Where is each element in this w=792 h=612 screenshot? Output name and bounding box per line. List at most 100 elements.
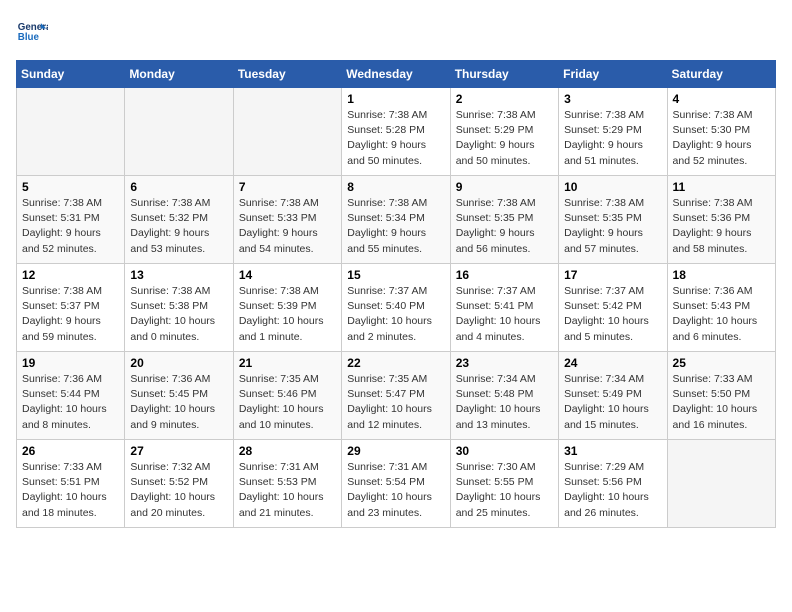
calendar-week-row: 12Sunrise: 7:38 AM Sunset: 5:37 PM Dayli… <box>17 264 776 352</box>
day-info: Sunrise: 7:35 AM Sunset: 5:46 PM Dayligh… <box>239 372 336 433</box>
day-number: 15 <box>347 268 444 282</box>
day-number: 13 <box>130 268 227 282</box>
calendar-cell: 9Sunrise: 7:38 AM Sunset: 5:35 PM Daylig… <box>450 176 558 264</box>
calendar-cell: 4Sunrise: 7:38 AM Sunset: 5:30 PM Daylig… <box>667 88 775 176</box>
calendar-cell: 28 Sunrise: 7:31 AM Sunset: 5:53 PM Dayli… <box>233 440 341 528</box>
calendar-cell <box>233 88 341 176</box>
day-number: 21 <box>239 356 336 370</box>
column-header-monday: Monday <box>125 61 233 88</box>
day-info: Sunrise: 7:38 AM Sunset: 5:29 PM Dayligh… <box>456 108 553 169</box>
day-info: Sunrise: 7:38 AM Sunset: 5:38 PM Dayligh… <box>130 284 227 345</box>
calendar-cell: 10 Sunrise: 7:38 AM Sunset: 5:35 PM Dayli… <box>559 176 667 264</box>
column-header-friday: Friday <box>559 61 667 88</box>
day-info: Sunrise: 7:38 AM Sunset: 5:31 PM Dayligh… <box>22 196 119 257</box>
calendar-cell: 22 Sunrise: 7:35 AM Sunset: 5:47 PM Dayli… <box>342 352 450 440</box>
day-number: 29 <box>347 444 444 458</box>
day-info: Sunrise: 7:32 AM Sunset: 5:52 PM Dayligh… <box>130 460 227 521</box>
calendar-cell: 12Sunrise: 7:38 AM Sunset: 5:37 PM Dayli… <box>17 264 125 352</box>
day-info: Sunrise: 7:34 AM Sunset: 5:49 PM Dayligh… <box>564 372 661 433</box>
calendar-cell: 7Sunrise: 7:38 AM Sunset: 5:33 PM Daylig… <box>233 176 341 264</box>
day-info: Sunrise: 7:36 AM Sunset: 5:45 PM Dayligh… <box>130 372 227 433</box>
day-number: 1 <box>347 92 444 106</box>
day-number: 3 <box>564 92 661 106</box>
day-number: 20 <box>130 356 227 370</box>
calendar-cell: 25 Sunrise: 7:33 AM Sunset: 5:50 PM Dayli… <box>667 352 775 440</box>
day-info: Sunrise: 7:37 AM Sunset: 5:42 PM Dayligh… <box>564 284 661 345</box>
day-info: Sunrise: 7:33 AM Sunset: 5:50 PM Dayligh… <box>673 372 770 433</box>
calendar-cell <box>667 440 775 528</box>
day-info: Sunrise: 7:38 AM Sunset: 5:35 PM Dayligh… <box>456 196 553 257</box>
day-number: 17 <box>564 268 661 282</box>
calendar-cell: 13 Sunrise: 7:38 AM Sunset: 5:38 PM Dayli… <box>125 264 233 352</box>
calendar-week-row: 26 Sunrise: 7:33 AM Sunset: 5:51 PM Dayli… <box>17 440 776 528</box>
calendar-cell: 29 Sunrise: 7:31 AM Sunset: 5:54 PM Dayli… <box>342 440 450 528</box>
day-info: Sunrise: 7:29 AM Sunset: 5:56 PM Dayligh… <box>564 460 661 521</box>
day-number: 22 <box>347 356 444 370</box>
calendar-cell: 5 Sunrise: 7:38 AM Sunset: 5:31 PM Daylig… <box>17 176 125 264</box>
day-number: 2 <box>456 92 553 106</box>
calendar-cell: 20 Sunrise: 7:36 AM Sunset: 5:45 PM Dayli… <box>125 352 233 440</box>
calendar-cell: 11 Sunrise: 7:38 AM Sunset: 5:36 PM Dayli… <box>667 176 775 264</box>
day-number: 14 <box>239 268 336 282</box>
calendar-cell: 31 Sunrise: 7:29 AM Sunset: 5:56 PM Dayli… <box>559 440 667 528</box>
calendar-cell: 2 Sunrise: 7:38 AM Sunset: 5:29 PM Daylig… <box>450 88 558 176</box>
calendar-cell <box>125 88 233 176</box>
day-info: Sunrise: 7:38 AM Sunset: 5:33 PM Dayligh… <box>239 196 336 257</box>
day-number: 8 <box>347 180 444 194</box>
calendar-cell: 18Sunrise: 7:36 AM Sunset: 5:43 PM Dayli… <box>667 264 775 352</box>
day-number: 27 <box>130 444 227 458</box>
calendar-cell: 26 Sunrise: 7:33 AM Sunset: 5:51 PM Dayli… <box>17 440 125 528</box>
calendar-week-row: 1 Sunrise: 7:38 AM Sunset: 5:28 PM Daylig… <box>17 88 776 176</box>
logo-icon: General Blue <box>16 16 48 48</box>
calendar-cell: 23Sunrise: 7:34 AM Sunset: 5:48 PM Dayli… <box>450 352 558 440</box>
day-number: 31 <box>564 444 661 458</box>
calendar-table: SundayMondayTuesdayWednesdayThursdayFrid… <box>16 60 776 528</box>
day-info: Sunrise: 7:37 AM Sunset: 5:40 PM Dayligh… <box>347 284 444 345</box>
day-info: Sunrise: 7:30 AM Sunset: 5:55 PM Dayligh… <box>456 460 553 521</box>
calendar-cell <box>17 88 125 176</box>
day-number: 5 <box>22 180 119 194</box>
day-number: 24 <box>564 356 661 370</box>
day-info: Sunrise: 7:35 AM Sunset: 5:47 PM Dayligh… <box>347 372 444 433</box>
calendar-cell: 19 Sunrise: 7:36 AM Sunset: 5:44 PM Dayli… <box>17 352 125 440</box>
day-number: 26 <box>22 444 119 458</box>
calendar-cell: 21 Sunrise: 7:35 AM Sunset: 5:46 PM Dayli… <box>233 352 341 440</box>
day-info: Sunrise: 7:38 AM Sunset: 5:34 PM Dayligh… <box>347 196 444 257</box>
calendar-cell: 6 Sunrise: 7:38 AM Sunset: 5:32 PM Daylig… <box>125 176 233 264</box>
logo: General Blue <box>16 16 48 48</box>
column-header-tuesday: Tuesday <box>233 61 341 88</box>
day-number: 4 <box>673 92 770 106</box>
day-info: Sunrise: 7:31 AM Sunset: 5:53 PM Dayligh… <box>239 460 336 521</box>
day-number: 19 <box>22 356 119 370</box>
day-number: 12 <box>22 268 119 282</box>
calendar-cell: 15 Sunrise: 7:37 AM Sunset: 5:40 PM Dayli… <box>342 264 450 352</box>
calendar-week-row: 5 Sunrise: 7:38 AM Sunset: 5:31 PM Daylig… <box>17 176 776 264</box>
calendar-cell: 16 Sunrise: 7:37 AM Sunset: 5:41 PM Dayli… <box>450 264 558 352</box>
day-number: 28 <box>239 444 336 458</box>
day-info: Sunrise: 7:36 AM Sunset: 5:44 PM Dayligh… <box>22 372 119 433</box>
day-info: Sunrise: 7:38 AM Sunset: 5:36 PM Dayligh… <box>673 196 770 257</box>
column-header-wednesday: Wednesday <box>342 61 450 88</box>
column-header-saturday: Saturday <box>667 61 775 88</box>
day-info: Sunrise: 7:38 AM Sunset: 5:32 PM Dayligh… <box>130 196 227 257</box>
calendar-header-row: SundayMondayTuesdayWednesdayThursdayFrid… <box>17 61 776 88</box>
calendar-cell: 1 Sunrise: 7:38 AM Sunset: 5:28 PM Daylig… <box>342 88 450 176</box>
svg-text:Blue: Blue <box>18 32 40 43</box>
day-number: 6 <box>130 180 227 194</box>
day-number: 11 <box>673 180 770 194</box>
day-number: 10 <box>564 180 661 194</box>
day-info: Sunrise: 7:38 AM Sunset: 5:29 PM Dayligh… <box>564 108 661 169</box>
day-info: Sunrise: 7:34 AM Sunset: 5:48 PM Dayligh… <box>456 372 553 433</box>
calendar-cell: 14Sunrise: 7:38 AM Sunset: 5:39 PM Dayli… <box>233 264 341 352</box>
day-info: Sunrise: 7:37 AM Sunset: 5:41 PM Dayligh… <box>456 284 553 345</box>
day-info: Sunrise: 7:38 AM Sunset: 5:35 PM Dayligh… <box>564 196 661 257</box>
calendar-cell: 17 Sunrise: 7:37 AM Sunset: 5:42 PM Dayli… <box>559 264 667 352</box>
day-info: Sunrise: 7:33 AM Sunset: 5:51 PM Dayligh… <box>22 460 119 521</box>
day-number: 16 <box>456 268 553 282</box>
calendar-cell: 24 Sunrise: 7:34 AM Sunset: 5:49 PM Dayli… <box>559 352 667 440</box>
page-header: General Blue <box>16 16 776 48</box>
day-number: 18 <box>673 268 770 282</box>
day-info: Sunrise: 7:31 AM Sunset: 5:54 PM Dayligh… <box>347 460 444 521</box>
day-info: Sunrise: 7:38 AM Sunset: 5:28 PM Dayligh… <box>347 108 444 169</box>
day-number: 25 <box>673 356 770 370</box>
